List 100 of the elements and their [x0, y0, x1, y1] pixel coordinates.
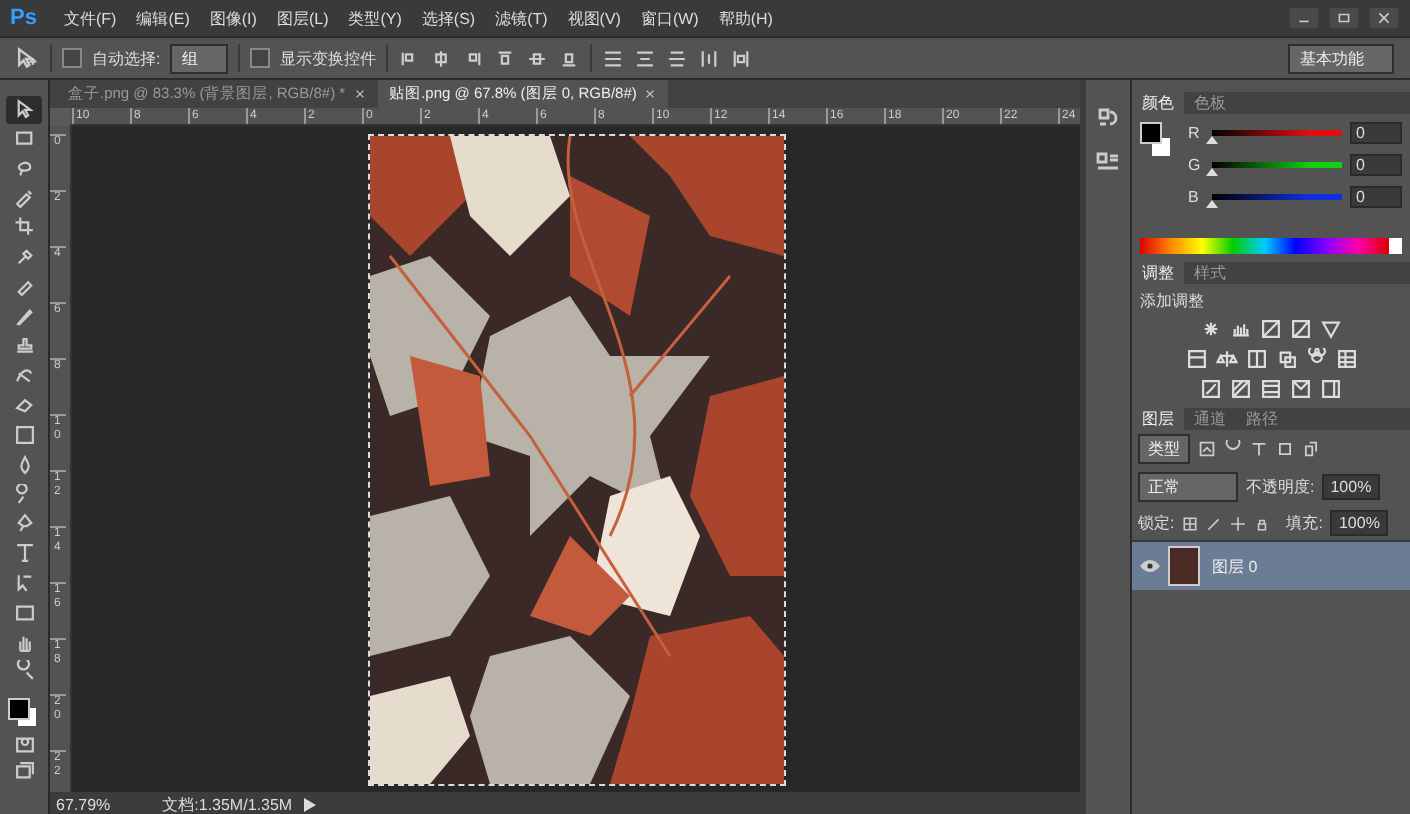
tool-icon[interactable]	[13, 601, 35, 624]
distribute-icon[interactable]	[634, 47, 657, 69]
lock-icon[interactable]	[1254, 515, 1271, 531]
menu-item[interactable]: 文件(F)	[54, 7, 127, 29]
lock-icon[interactable]	[1206, 515, 1223, 531]
tool-icon[interactable]	[13, 394, 35, 417]
layer-row[interactable]: 图层 0	[1132, 540, 1410, 590]
tool-icon[interactable]	[13, 631, 35, 654]
eye-icon[interactable]	[1140, 560, 1160, 572]
adjustment-icon[interactable]	[1200, 378, 1222, 400]
tool-icon[interactable]	[13, 276, 35, 299]
tool-icon[interactable]	[13, 424, 35, 447]
panel-tab[interactable]: 路径	[1236, 408, 1288, 430]
color-spectrum[interactable]	[1140, 238, 1402, 254]
layer-filter-icon[interactable]	[1276, 440, 1294, 458]
tool-icon[interactable]	[13, 187, 35, 210]
menu-item[interactable]: 图像(I)	[199, 7, 267, 29]
screen-mode-icon[interactable]	[13, 759, 35, 782]
channel-value-field[interactable]: 0	[1350, 154, 1402, 176]
lock-icon[interactable]	[1230, 515, 1247, 531]
align-icon[interactable]	[526, 47, 549, 69]
tool-icon[interactable]	[13, 246, 35, 269]
menu-item[interactable]: 图层(L)	[266, 7, 339, 29]
adjustment-icon[interactable]	[1335, 348, 1357, 370]
adjustment-icon[interactable]	[1320, 378, 1342, 400]
menu-item[interactable]: 类型(Y)	[338, 7, 412, 29]
adjustment-icon[interactable]	[1290, 378, 1312, 400]
tool-icon[interactable]	[13, 542, 35, 565]
menu-item[interactable]: 视图(V)	[557, 7, 631, 29]
tool-icon[interactable]	[13, 512, 35, 535]
layer-filter-icon[interactable]	[1250, 440, 1268, 458]
tool-icon[interactable]	[13, 157, 35, 180]
adjustment-icon[interactable]	[1290, 318, 1312, 340]
menu-item[interactable]: 窗口(W)	[630, 7, 709, 29]
adjustment-icon[interactable]	[1230, 378, 1252, 400]
adjustment-icon[interactable]	[1260, 378, 1282, 400]
align-icon[interactable]	[430, 47, 453, 69]
tool-icon[interactable]	[13, 98, 35, 121]
layer-filter-icon[interactable]	[1198, 440, 1216, 458]
layer-filter-dropdown[interactable]: 类型	[1138, 434, 1190, 464]
panel-tab[interactable]: 色板	[1184, 92, 1236, 114]
distribute-icon[interactable]	[698, 47, 721, 69]
menu-item[interactable]: 帮助(H)	[708, 7, 783, 29]
distribute-icon[interactable]	[666, 47, 689, 69]
channel-value-field[interactable]: 0	[1350, 122, 1402, 144]
adjustment-icon[interactable]	[1215, 348, 1237, 370]
channel-label: R	[1188, 124, 1202, 142]
tool-button[interactable]	[6, 96, 42, 123]
adjustment-icon[interactable]	[1245, 348, 1267, 370]
adjustment-icon[interactable]	[1230, 318, 1252, 340]
adjustment-icon[interactable]	[1200, 318, 1222, 340]
slider-thumb[interactable]	[1206, 168, 1218, 176]
tool-icon[interactable]	[13, 216, 35, 239]
maximize-button[interactable]	[1330, 8, 1358, 28]
panel-tab[interactable]: 样式	[1184, 262, 1236, 284]
adjustment-icon[interactable]	[1185, 348, 1207, 370]
blend-mode-dropdown[interactable]: 正常	[1138, 472, 1238, 502]
panel-tab[interactable]: 图层	[1132, 408, 1184, 430]
slider-thumb[interactable]	[1206, 200, 1218, 208]
distribute-icon[interactable]	[602, 47, 625, 69]
menu-item[interactable]: 滤镜(T)	[485, 7, 558, 29]
tool-icon[interactable]	[13, 128, 35, 151]
adjustment-icon[interactable]	[1260, 318, 1282, 340]
lock-icon[interactable]	[1182, 515, 1199, 531]
align-icon[interactable]	[558, 47, 581, 69]
channel-label: B	[1188, 188, 1201, 206]
auto-select-checkbox[interactable]	[62, 48, 82, 68]
adjustment-icon[interactable]	[1275, 348, 1297, 370]
lock-label: 锁定:	[1138, 512, 1175, 534]
close-icon[interactable]	[1376, 10, 1392, 26]
quick-mask-icon[interactable]	[13, 734, 35, 757]
panel-tab[interactable]: 通道	[1184, 408, 1236, 430]
menu-item[interactable]: 编辑(E)	[126, 7, 200, 29]
target-dropdown[interactable]: 组	[170, 43, 229, 73]
close-icon[interactable]	[644, 88, 657, 100]
transform-controls-checkbox[interactable]	[250, 48, 271, 68]
workspace-dropdown[interactable]: 基本功能	[1288, 43, 1394, 73]
close-icon[interactable]	[353, 88, 366, 100]
adjustment-icon[interactable]	[1320, 318, 1342, 340]
opacity-field[interactable]: 100%	[1322, 474, 1380, 500]
panel-tab[interactable]: 调整	[1132, 262, 1184, 284]
tool-icon[interactable]	[13, 572, 35, 594]
layer-filter-icon[interactable]	[1302, 440, 1320, 458]
tool-icon[interactable]	[13, 660, 35, 683]
close-button[interactable]	[1370, 8, 1398, 28]
menu-item[interactable]: 选择(S)	[411, 7, 486, 29]
fill-field[interactable]: 100%	[1330, 510, 1388, 536]
expand-arrow-icon[interactable]	[304, 797, 317, 811]
align-icon[interactable]	[494, 47, 517, 69]
tool-icon[interactable]	[13, 335, 35, 358]
distribute-icon[interactable]	[730, 47, 753, 69]
panel-tab[interactable]: 颜色	[1132, 92, 1184, 114]
color-swatches[interactable]	[1140, 122, 1176, 158]
channel-value-field[interactable]: 0	[1350, 186, 1402, 208]
tool-icon[interactable]	[13, 305, 35, 328]
slider-thumb[interactable]	[1206, 136, 1218, 144]
maximize-icon[interactable]	[1336, 10, 1352, 26]
tool-icon[interactable]	[13, 364, 35, 387]
move-tool-icon[interactable]	[12, 46, 40, 70]
zoom-level[interactable]: 67.79%	[56, 795, 111, 813]
